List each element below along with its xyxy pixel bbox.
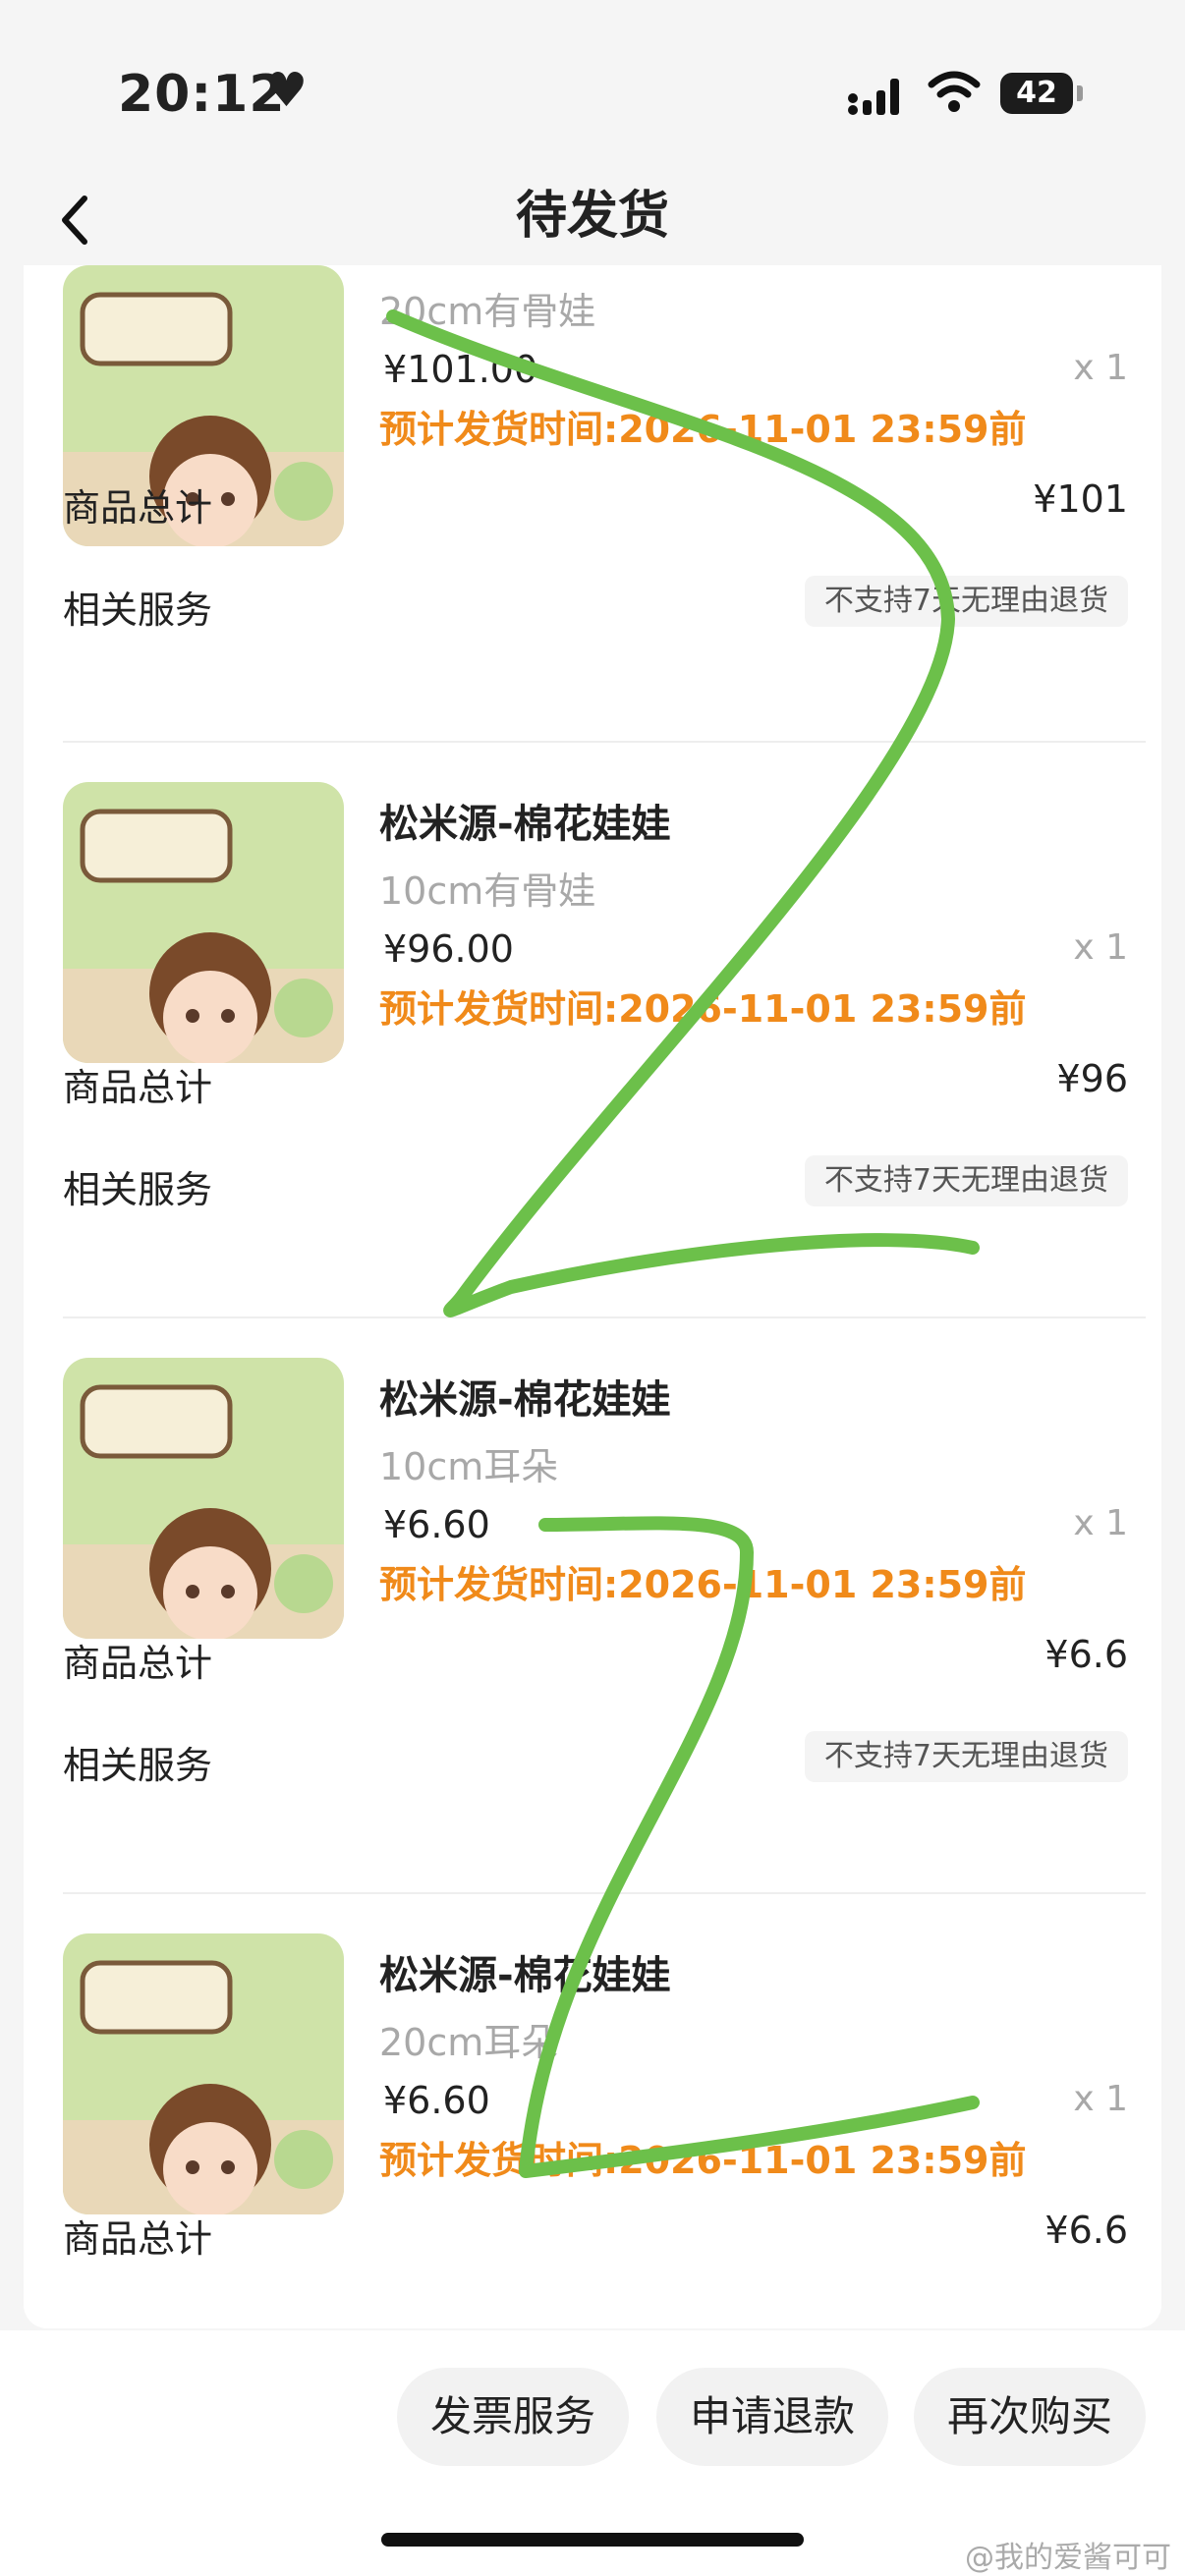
item-name: 松米源-棉花娃娃	[379, 1377, 671, 1423]
item-name: 松米源-棉花娃娃	[379, 1953, 671, 1998]
service-label: 相关服务	[63, 1168, 213, 1211]
estimated-ship-time: 预计发货时间:2026-11-01 23:59前	[379, 2139, 1027, 2182]
service-tag[interactable]: 不支持7天无理由退货	[804, 576, 1128, 627]
product-thumbnail[interactable]	[63, 782, 344, 1063]
total-value: ¥101	[1033, 477, 1128, 521]
heart-icon: ♥	[265, 63, 309, 118]
estimated-ship-time: 预计发货时间:2026-11-01 23:59前	[379, 1563, 1027, 1606]
product-thumbnail[interactable]	[63, 1358, 344, 1639]
item-name: 松米源-棉花娃娃	[379, 802, 671, 847]
order-item[interactable]: 松米源-棉花娃娃 20cm耳朵 ¥6.60 x 1 预计发货时间:2026-11…	[24, 1894, 1161, 2328]
product-thumbnail[interactable]	[63, 1933, 344, 2214]
service-tag[interactable]: 不支持7天无理由退货	[804, 1155, 1128, 1206]
battery-icon: 42	[1000, 73, 1073, 114]
order-items-card: 20cm有骨娃 ¥101.00 x 1 预计发货时间:2026-11-01 23…	[24, 265, 1161, 2328]
service-label: 相关服务	[63, 1744, 213, 1787]
wifi-icon	[928, 71, 981, 112]
estimated-ship-time: 预计发货时间:2026-11-01 23:59前	[379, 408, 1027, 451]
cellular-signal-icon	[848, 79, 899, 115]
item-price: ¥6.60	[383, 2079, 490, 2122]
nav-header: 待发货	[0, 167, 1185, 265]
service-label: 相关服务	[63, 588, 213, 632]
total-label: 商品总计	[63, 2217, 213, 2261]
battery-nub	[1077, 85, 1083, 101]
page-title: 待发货	[515, 187, 669, 246]
item-spec: 10cm有骨娃	[379, 869, 596, 913]
total-value: ¥96	[1056, 1057, 1128, 1100]
refund-button[interactable]: 申请退款	[656, 2368, 888, 2466]
total-label: 商品总计	[63, 1066, 213, 1109]
order-item[interactable]: 20cm有骨娃 ¥101.00 x 1 预计发货时间:2026-11-01 23…	[24, 265, 1161, 632]
item-spec: 20cm耳朵	[379, 2021, 559, 2064]
item-quantity: x 1	[1073, 2079, 1128, 2119]
invoice-button[interactable]: 发票服务	[397, 2368, 629, 2466]
back-button[interactable]	[55, 177, 124, 255]
item-quantity: x 1	[1073, 1503, 1128, 1543]
order-item[interactable]: 松米源-棉花娃娃 10cm耳朵 ¥6.60 x 1 预计发货时间:2026-11…	[24, 1318, 1161, 1894]
order-item[interactable]: 松米源-棉花娃娃 10cm有骨娃 ¥96.00 x 1 预计发货时间:2026-…	[24, 743, 1161, 1318]
item-spec: 10cm耳朵	[379, 1445, 559, 1488]
status-bar: 20:12 ♥ 42	[0, 0, 1185, 167]
home-indicator[interactable]	[381, 2533, 804, 2547]
estimated-ship-time: 预计发货时间:2026-11-01 23:59前	[379, 987, 1027, 1031]
item-price: ¥101.00	[383, 348, 538, 391]
item-spec: 20cm有骨娃	[379, 290, 596, 333]
item-price: ¥6.60	[383, 1503, 490, 1546]
chevron-left-icon	[62, 196, 87, 245]
rebuy-button[interactable]: 再次购买	[914, 2368, 1146, 2466]
service-tag[interactable]: 不支持7天无理由退货	[804, 1731, 1128, 1782]
product-image	[63, 1358, 344, 1639]
status-time: 20:12	[118, 65, 286, 124]
product-image	[63, 1933, 344, 2214]
total-label: 商品总计	[63, 486, 213, 530]
product-image	[63, 782, 344, 1063]
total-value: ¥6.6	[1044, 2209, 1128, 2252]
item-quantity: x 1	[1073, 348, 1128, 388]
total-label: 商品总计	[63, 1642, 213, 1685]
watermark: @我的爱酱可可	[965, 2541, 1171, 2575]
item-price: ¥96.00	[383, 927, 514, 971]
item-quantity: x 1	[1073, 927, 1128, 968]
total-value: ¥6.6	[1044, 1633, 1128, 1676]
